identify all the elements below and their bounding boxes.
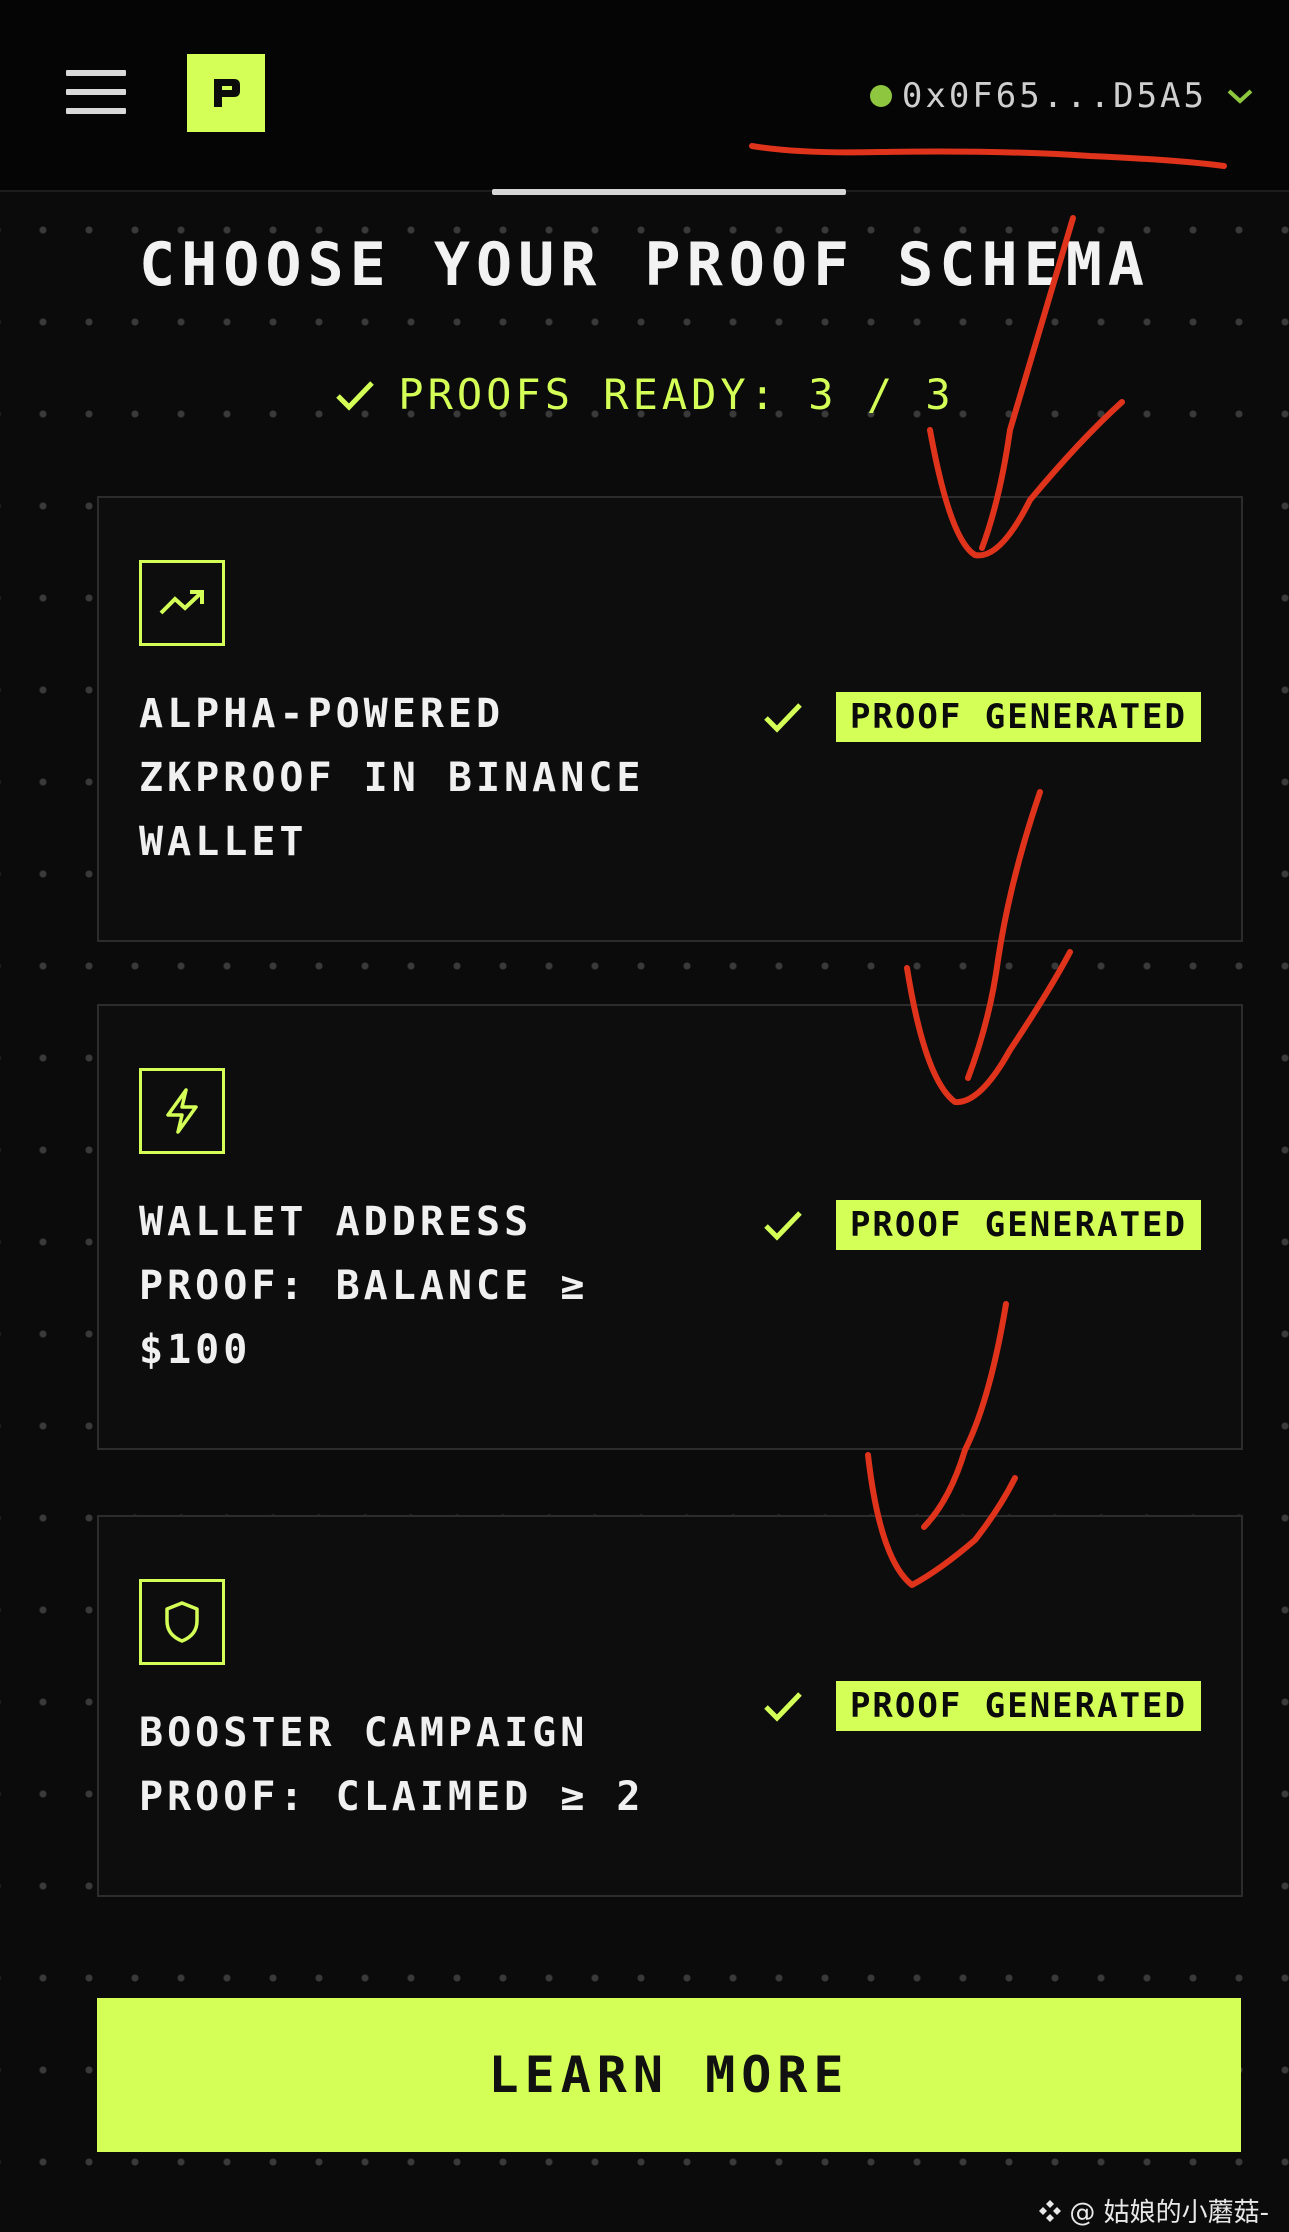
trending-up-icon <box>139 560 225 646</box>
binance-logo-icon <box>1039 2199 1062 2222</box>
app-screen: 0x0F65...D5A5 CHOOSE YOUR PROOF SCHEMA P… <box>0 0 1289 2232</box>
proof-card-title: ALPHA-POWERED ZKPROOF IN BINANCE WALLET <box>139 691 645 865</box>
proof-card-title: BOOSTER CAMPAIGN PROOF: CLAIMED ≥ 2 <box>139 1710 645 1820</box>
learn-more-button[interactable]: LEARN MORE <box>97 1998 1241 2152</box>
proof-card-title: WALLET ADDRESS PROOF: BALANCE ≥ $100 <box>139 1199 589 1373</box>
watermark-text: @ 姑娘的小蘑菇- <box>1069 2198 1269 2228</box>
check-icon <box>764 703 802 733</box>
wallet-selector[interactable]: 0x0F65...D5A5 <box>869 74 1255 118</box>
proof-card-wallet-balance[interactable]: WALLET ADDRESS PROOF: BALANCE ≥ $100 PRO… <box>97 1004 1243 1450</box>
proofs-ready-status: PROOFS READY: 3 / 3 <box>0 370 1289 419</box>
proof-status: PROOF GENERATED <box>762 1681 1201 1731</box>
shield-icon <box>139 1579 225 1665</box>
proof-generated-badge: PROOF GENERATED <box>835 1681 1201 1731</box>
logo-glyph <box>214 79 240 107</box>
tab-indicator <box>492 189 846 195</box>
menu-icon[interactable] <box>66 70 126 114</box>
proof-generated-badge: PROOF GENERATED <box>835 692 1201 742</box>
top-bar: 0x0F65...D5A5 <box>0 0 1289 192</box>
proof-card-alpha[interactable]: ALPHA-POWERED ZKPROOF IN BINANCE WALLET … <box>97 496 1243 942</box>
connection-status-dot <box>869 85 892 107</box>
proof-card-booster-campaign[interactable]: BOOSTER CAMPAIGN PROOF: CLAIMED ≥ 2 PROO… <box>97 1515 1243 1897</box>
check-icon <box>764 1211 802 1241</box>
proofs-ready-text: PROOFS READY: 3 / 3 <box>398 370 955 419</box>
check-icon <box>764 1692 802 1722</box>
chevron-down-icon <box>1227 89 1253 104</box>
page-title: CHOOSE YOUR PROOF SCHEMA <box>139 230 1150 300</box>
check-icon <box>336 380 375 411</box>
watermark: @ 姑娘的小蘑菇- <box>1037 2192 1269 2229</box>
wallet-address: 0x0F65...D5A5 <box>901 76 1207 116</box>
lightning-icon <box>139 1068 225 1154</box>
proof-status: PROOF GENERATED <box>762 692 1201 742</box>
proof-status: PROOF GENERATED <box>762 1200 1201 1250</box>
proof-generated-badge: PROOF GENERATED <box>835 1200 1201 1250</box>
app-logo[interactable] <box>187 54 265 132</box>
